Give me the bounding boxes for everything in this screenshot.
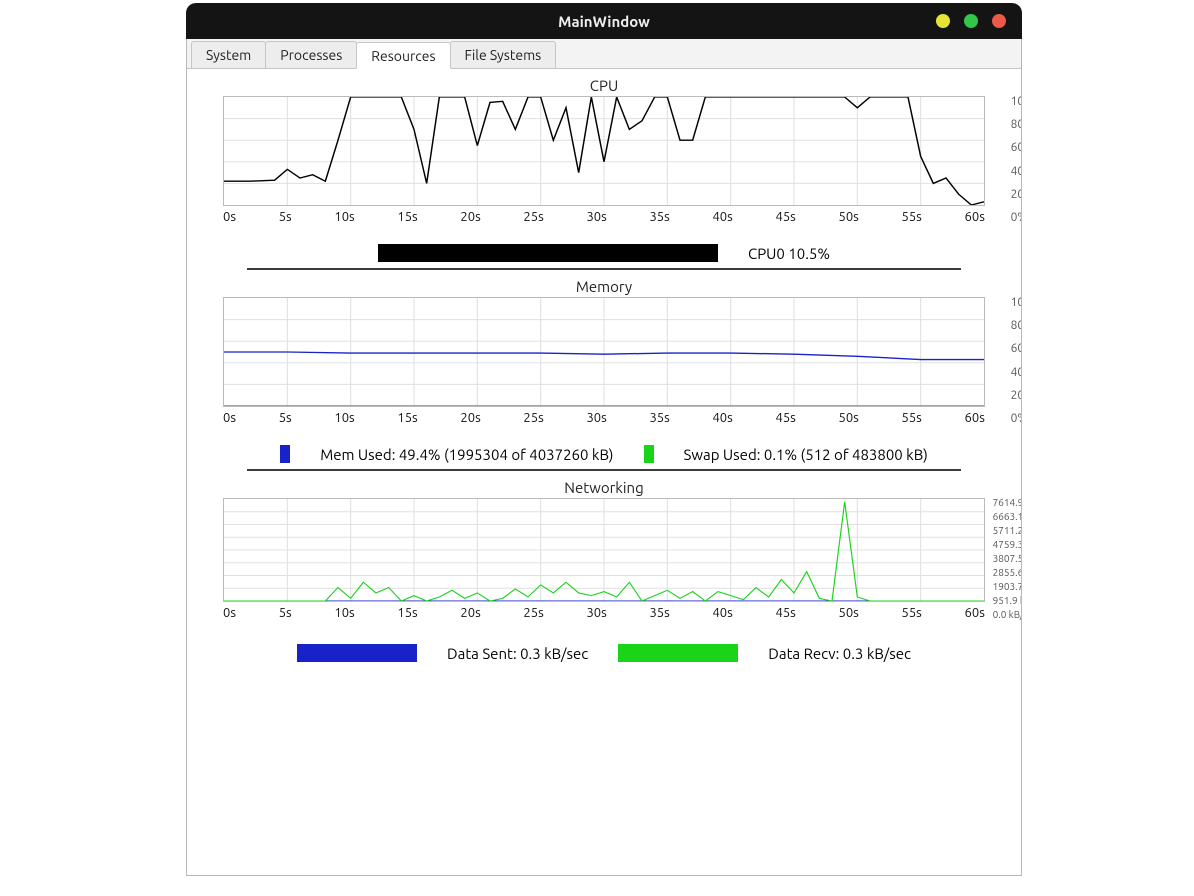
network-x-ticks: 0s5s 10s15s 20s25s 30s35s 40s45s 50s55s … (223, 606, 985, 620)
swap-legend-label: Swap Used: 0.1% (512 of 483800 kB) (684, 446, 928, 463)
window-title: MainWindow (558, 13, 650, 30)
maximize-button[interactable] (964, 14, 978, 28)
sent-legend-label: Data Sent: 0.3 kB/sec (447, 645, 588, 662)
title-bar: MainWindow (186, 3, 1022, 39)
tab-file-systems[interactable]: File Systems (450, 41, 557, 68)
network-chart-svg (224, 499, 984, 601)
recv-swatch (618, 644, 738, 662)
cpu-legend-label: CPU0 10.5% (748, 245, 830, 262)
memory-legend: Mem Used: 49.4% (1995304 of 4037260 kB) … (187, 445, 1021, 463)
network-chart: 7614.9 kB/sec 6663.1 kB/sec 5711.2 kB/se… (223, 498, 985, 620)
tab-bar: System Processes Resources File Systems (187, 39, 1021, 69)
tab-processes[interactable]: Processes (265, 41, 357, 68)
cpu-swatch (378, 244, 718, 262)
tab-resources[interactable]: Resources (356, 42, 450, 69)
memory-x-ticks: 0s5s 10s15s 20s25s 30s35s 40s45s 50s55s … (223, 411, 985, 425)
tab-system[interactable]: System (191, 41, 266, 68)
cpu-legend: CPU0 10.5% (187, 244, 1021, 262)
minimize-button[interactable] (936, 14, 950, 28)
window-controls (936, 14, 1006, 28)
network-y-ticks: 7614.9 kB/sec 6663.1 kB/sec 5711.2 kB/se… (993, 498, 1021, 620)
cpu-title: CPU (187, 77, 1021, 94)
cpu-y-ticks: 100% 80% 60% 40% 20% 0% (1011, 96, 1021, 224)
cpu-x-ticks: 0s5s 10s15s 20s25s 30s35s 40s45s 50s55s … (223, 210, 985, 224)
cpu-chart: 100% 80% 60% 40% 20% 0% 0s5s 10s15s 20s2… (223, 96, 985, 224)
mem-legend-label: Mem Used: 49.4% (1995304 of 4037260 kB) (320, 446, 613, 463)
recv-legend-label: Data Recv: 0.3 kB/sec (768, 645, 911, 662)
sent-swatch (297, 644, 417, 662)
close-button[interactable] (992, 14, 1006, 28)
cpu-chart-svg (224, 97, 984, 205)
memory-chart: 100% 80% 60% 40% 20% 0% 0s5s 10s15s 20s2… (223, 297, 985, 425)
swap-swatch-icon (644, 445, 654, 463)
network-legend: Data Sent: 0.3 kB/sec Data Recv: 0.3 kB/… (187, 644, 1021, 662)
memory-title: Memory (187, 278, 1021, 295)
memory-chart-svg (224, 298, 984, 406)
network-title: Networking (187, 479, 1021, 496)
resources-page: CPU 100% (187, 69, 1021, 875)
divider-2 (247, 469, 961, 471)
divider-1 (247, 268, 961, 270)
memory-y-ticks: 100% 80% 60% 40% 20% 0% (1011, 297, 1021, 425)
mem-swatch-icon (280, 445, 290, 463)
window-body: System Processes Resources File Systems … (186, 39, 1022, 876)
